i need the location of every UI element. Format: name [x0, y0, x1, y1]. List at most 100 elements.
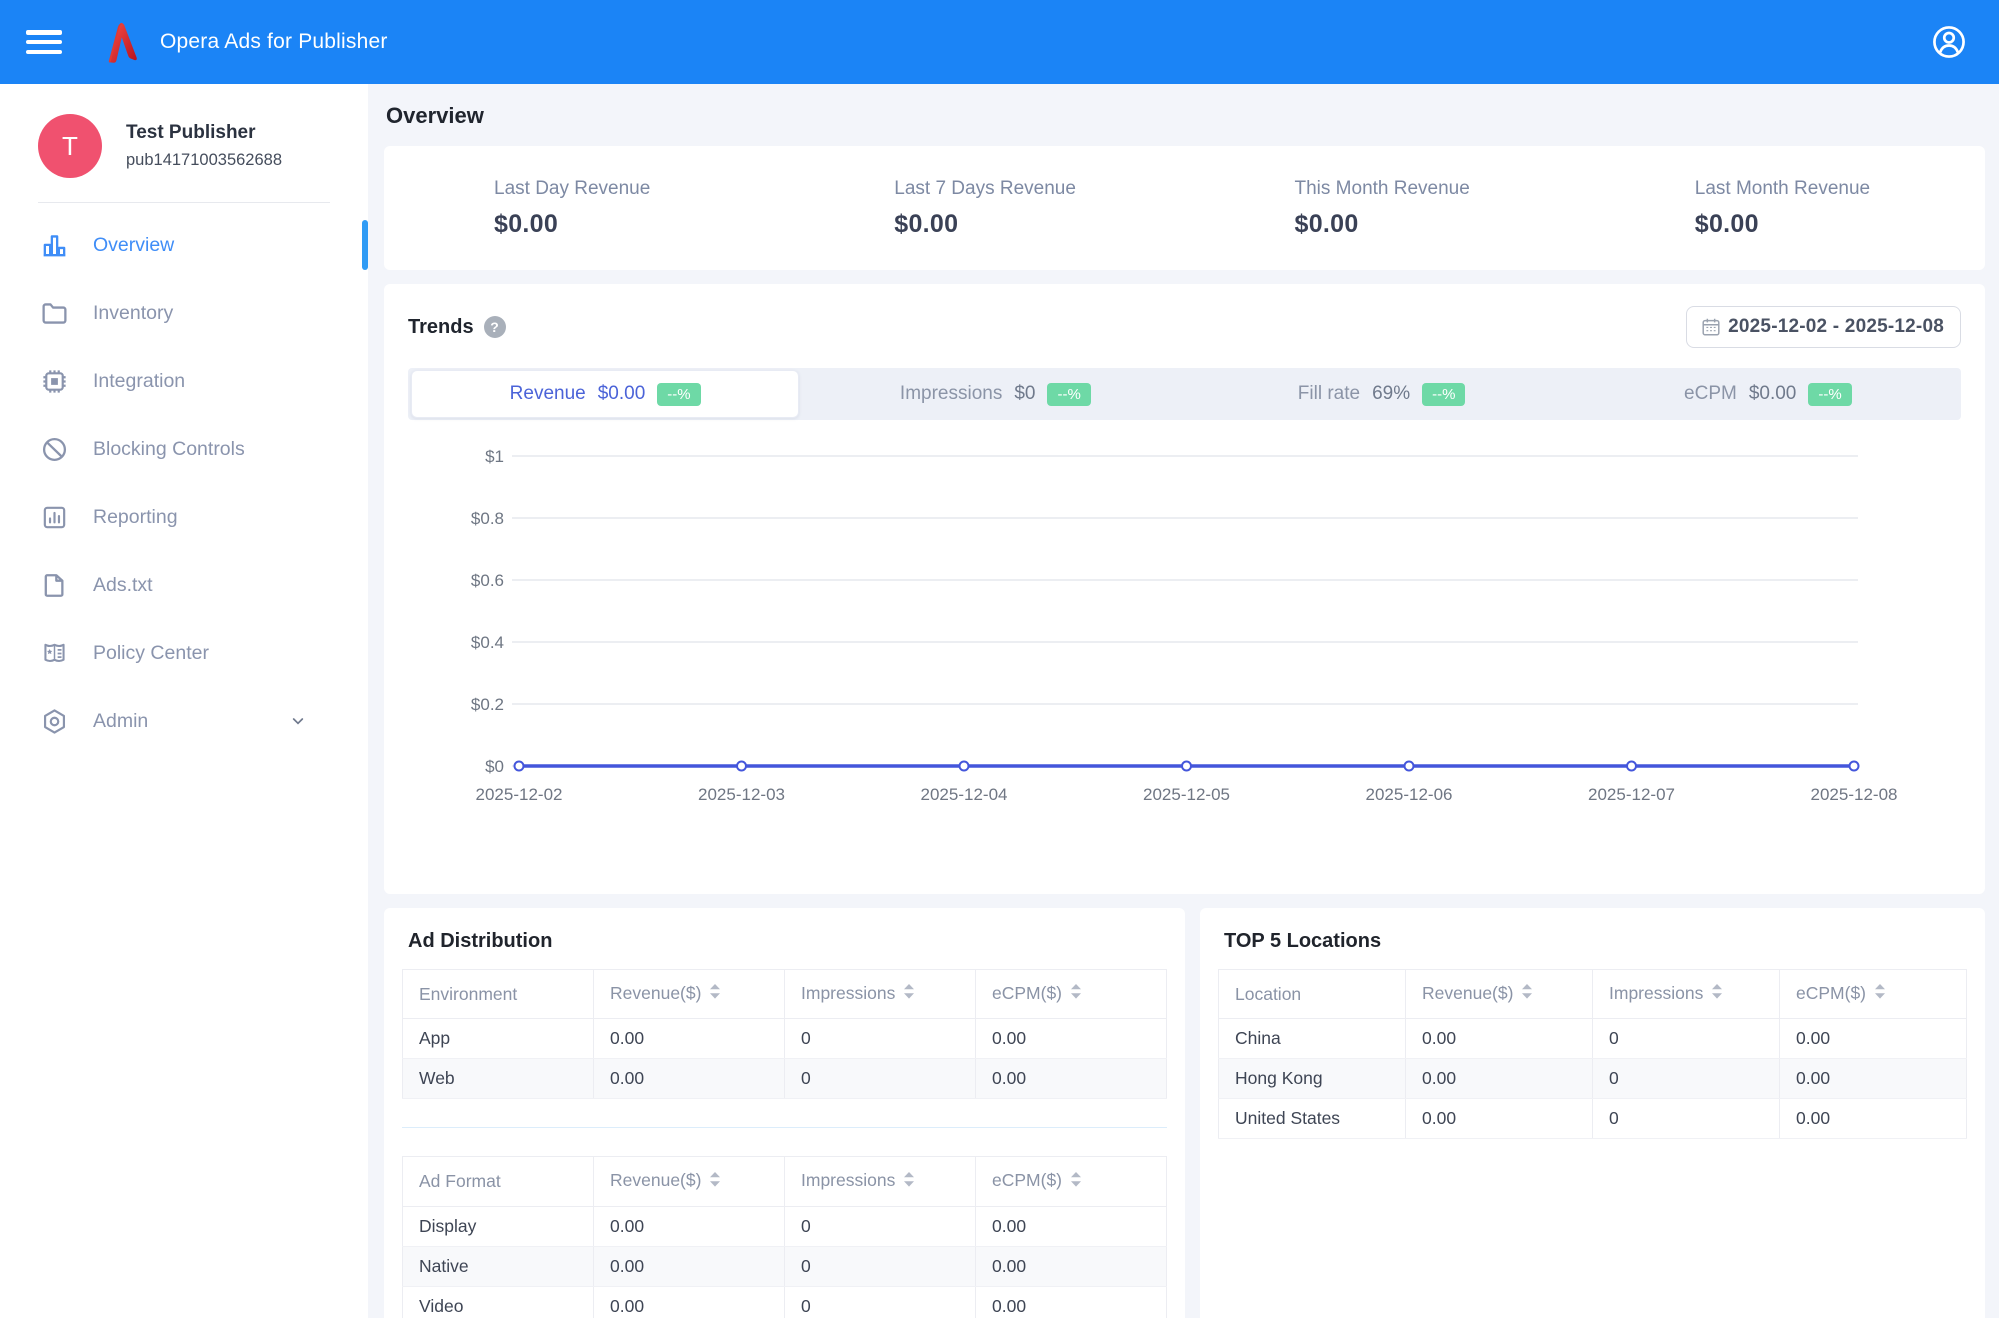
- sort-icon[interactable]: [903, 983, 915, 1005]
- column-header[interactable]: Impressions: [1593, 970, 1780, 1019]
- table-header-row: Environment Revenue($) Impressions eCPM($): [403, 970, 1167, 1019]
- sidebar-item-label: Reporting: [93, 506, 178, 529]
- sort-icon[interactable]: [709, 983, 721, 1005]
- column-header[interactable]: eCPM($): [976, 1157, 1167, 1206]
- table-cell: 0: [1593, 1059, 1780, 1099]
- sort-icon[interactable]: [1874, 983, 1886, 1005]
- ad-distribution-panel: Ad Distribution EnvironmentRevenue($)Imp…: [384, 908, 1185, 1318]
- table-cell: United States: [1219, 1099, 1406, 1139]
- user-account-icon[interactable]: [1929, 22, 1969, 62]
- stat-label: Last Day Revenue: [494, 178, 784, 200]
- data-point: [1627, 762, 1636, 771]
- chip-icon: [40, 367, 69, 396]
- metric-tab-change-badge: --%: [657, 383, 700, 406]
- stat-label: Last Month Revenue: [1695, 178, 1985, 200]
- stat-last-7-days-revenue: Last 7 Days Revenue$0.00: [784, 178, 1184, 239]
- data-point: [960, 762, 969, 771]
- column-header-label: Location: [1235, 984, 1301, 1004]
- column-header[interactable]: eCPM($): [1780, 970, 1967, 1019]
- table-cell: 0: [785, 1246, 976, 1286]
- metric-tab-value: $0.00: [1749, 383, 1797, 405]
- table-cell: Native: [403, 1246, 594, 1286]
- metric-tab-fill-rate[interactable]: Fill rate69%--%: [1189, 368, 1575, 420]
- column-header-label: Impressions: [1609, 983, 1703, 1003]
- calendar-icon: [1700, 316, 1722, 338]
- table-cell: 0: [785, 1019, 976, 1059]
- trends-title: Trends: [408, 316, 474, 339]
- policy-icon: [40, 639, 69, 668]
- table-cell: 0.00: [1406, 1019, 1593, 1059]
- sidebar-item-policy-center[interactable]: Policy Center: [0, 619, 368, 687]
- table-row: Display0.0000.00: [403, 1206, 1167, 1246]
- sidebar-nav: Overview Inventory IntegrationBlocking Con…: [0, 211, 368, 755]
- metric-tab-ecpm[interactable]: eCPM$0.00--%: [1575, 368, 1961, 420]
- sidebar-item-ads-txt[interactable]: Ads.txt: [0, 551, 368, 619]
- sort-icon[interactable]: [1070, 1171, 1082, 1193]
- table-cell: 0.00: [594, 1059, 785, 1099]
- table-row: China0.0000.00: [1219, 1019, 1967, 1059]
- table-cell: Video: [403, 1286, 594, 1318]
- x-axis-tick: 2025-12-04: [921, 785, 1008, 804]
- table-row: Hong Kong0.0000.00: [1219, 1059, 1967, 1099]
- y-axis-tick: $0.2: [471, 695, 504, 714]
- table-cell: 0.00: [594, 1246, 785, 1286]
- sort-icon[interactable]: [903, 1171, 915, 1193]
- column-header-label: Environment: [419, 984, 517, 1004]
- sidebar-item-reporting[interactable]: Reporting: [0, 483, 368, 551]
- stat-value: $0.00: [1295, 210, 1585, 239]
- column-header[interactable]: Revenue($): [594, 1157, 785, 1206]
- metric-tab-impressions[interactable]: Impressions$0--%: [802, 368, 1188, 420]
- stat-label: This Month Revenue: [1295, 178, 1585, 200]
- stat-value: $0.00: [894, 210, 1184, 239]
- column-header-label: Revenue($): [1422, 983, 1513, 1003]
- table-cell: 0.00: [1780, 1019, 1967, 1059]
- column-header-label: Revenue($): [610, 983, 701, 1003]
- sidebar-item-admin[interactable]: Admin: [0, 687, 368, 755]
- stat-last-month-revenue: Last Month Revenue$0.00: [1585, 178, 1985, 239]
- table-cell: 0.00: [1406, 1099, 1593, 1139]
- main-content: Overview Last Day Revenue$0.00Last 7 Day…: [368, 84, 1999, 1318]
- column-header[interactable]: Impressions: [785, 970, 976, 1019]
- date-range-text: 2025-12-02 - 2025-12-08: [1728, 316, 1944, 338]
- avatar: T: [38, 114, 102, 178]
- table-cell: 0: [785, 1206, 976, 1246]
- sidebar-item-blocking-controls[interactable]: Blocking Controls: [0, 415, 368, 483]
- column-header-label: Revenue($): [610, 1170, 701, 1190]
- metric-tab-change-badge: --%: [1047, 383, 1090, 406]
- x-axis-tick: 2025-12-07: [1588, 785, 1675, 804]
- sidebar-divider: [38, 202, 330, 203]
- y-axis-tick: $0.6: [471, 571, 504, 590]
- table-row: United States0.0000.00: [1219, 1099, 1967, 1139]
- sidebar-item-inventory[interactable]: Inventory: [0, 279, 368, 347]
- sort-icon[interactable]: [1521, 983, 1533, 1005]
- brand: Opera Ads for Publisher: [96, 15, 388, 69]
- table-row: App0.0000.00: [403, 1019, 1167, 1059]
- sort-icon[interactable]: [1070, 983, 1082, 1005]
- sidebar-item-integration[interactable]: Integration: [0, 347, 368, 415]
- x-axis-tick: 2025-12-06: [1366, 785, 1453, 804]
- column-header[interactable]: Revenue($): [594, 970, 785, 1019]
- data-point: [515, 762, 524, 771]
- y-axis-tick: $0: [485, 757, 504, 776]
- column-header[interactable]: Impressions: [785, 1157, 976, 1206]
- trend-chart: $1$0.8$0.6$0.4$0.2$02025-12-022025-12-03…: [408, 438, 1961, 821]
- table-header-row: Location Revenue($) Impressions eCPM($): [1219, 970, 1967, 1019]
- sort-icon[interactable]: [1711, 983, 1723, 1005]
- menu-icon[interactable]: [26, 28, 62, 56]
- column-header[interactable]: Revenue($): [1406, 970, 1593, 1019]
- table-cell: 0: [1593, 1099, 1780, 1139]
- table-row: Web0.0000.00: [403, 1059, 1167, 1099]
- admin-icon: [40, 707, 69, 736]
- sidebar-item-overview[interactable]: Overview: [0, 211, 368, 279]
- bar-chart-icon: [40, 231, 69, 260]
- metric-tab-revenue[interactable]: Revenue$0.00--%: [411, 370, 799, 418]
- x-axis-tick: 2025-12-05: [1143, 785, 1230, 804]
- date-range-picker[interactable]: 2025-12-02 - 2025-12-08: [1686, 306, 1961, 348]
- sidebar-item-label: Inventory: [93, 302, 173, 325]
- column-header[interactable]: eCPM($): [976, 970, 1167, 1019]
- sidebar-item-label: Admin: [93, 710, 148, 733]
- sort-icon[interactable]: [709, 1171, 721, 1193]
- column-header-label: Impressions: [801, 983, 895, 1003]
- x-axis-tick: 2025-12-03: [698, 785, 785, 804]
- help-icon[interactable]: ?: [484, 316, 506, 338]
